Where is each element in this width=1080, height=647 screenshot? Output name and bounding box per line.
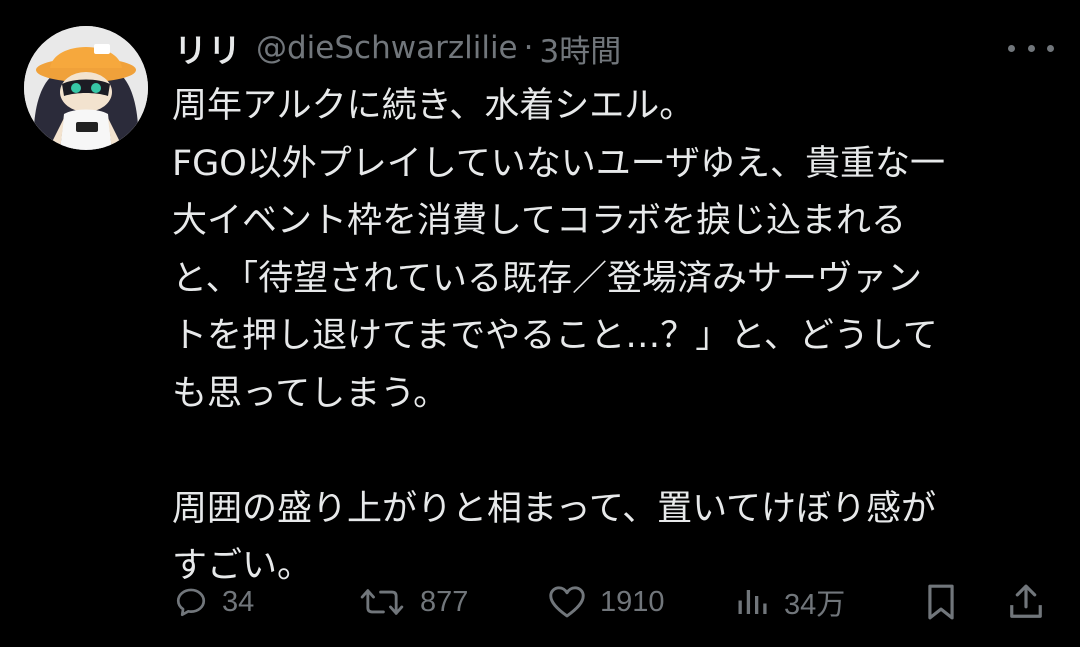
heart-icon (549, 586, 585, 618)
like-count: 1910 (600, 585, 665, 618)
separator-dot: · (523, 30, 534, 66)
display-name[interactable]: リリ (174, 24, 242, 72)
repost-icon (360, 589, 404, 615)
repost-count: 877 (420, 585, 469, 618)
like-button[interactable]: 1910 (548, 578, 665, 626)
more-icon-dot (1027, 44, 1035, 52)
post-text-line: 周年アルクに続き、水着シエル。 (172, 86, 695, 126)
avatar[interactable] (24, 26, 148, 150)
share-icon (1010, 584, 1042, 618)
post-text-line: 周囲の盛り上がりと相まって、置いてけぼり感が (172, 488, 937, 529)
reply-icon (176, 588, 206, 617)
bookmark-button[interactable] (924, 578, 958, 626)
post-text-line: と、「待望されている既存／登場済みサーヴァン (172, 258, 923, 299)
post-text: 周年アルクに続き、水着シエル。 FGO以外プレイしていないユーザゆえ、貴重な一 … (172, 78, 1052, 596)
avatar-illustration (24, 26, 148, 150)
timestamp[interactable]: 3時間 (539, 26, 621, 71)
views-count: 34万 (784, 589, 846, 621)
post-text-line: も思ってしまう。 (172, 373, 449, 414)
post-text-line: トを押し退けてまでやること…？」と、どうして (172, 316, 938, 356)
more-icon (1008, 44, 1015, 52)
post[interactable]: リリ @dieSchwarzlilie · 3時間 周年アルクに続き、水着シエル… (0, 0, 1080, 647)
post-text-line: FGO以外プレイしていないユーザゆえ、貴重な一 (172, 143, 946, 184)
repost-button[interactable]: 877 (358, 578, 468, 626)
views-button[interactable]: 34万 (734, 578, 845, 626)
post-text-line: 大イベント枠を消費してコラボを捩じ込まれる (172, 201, 906, 241)
post-text-blank-line (172, 423, 1052, 481)
share-button[interactable] (1008, 578, 1044, 626)
action-bar: 34 877 1910 34万 (172, 578, 1052, 626)
user-handle[interactable]: @dieSchwarzlilie (256, 30, 518, 66)
reply-count: 34 (222, 585, 255, 618)
reply-button[interactable]: 34 (174, 578, 254, 626)
bookmark-icon (928, 584, 954, 620)
views-icon (738, 590, 767, 614)
more-icon-dot (1047, 44, 1054, 52)
post-header: リリ @dieSchwarzlilie · 3時間 (174, 22, 621, 74)
more-options-button[interactable] (1008, 36, 1054, 60)
